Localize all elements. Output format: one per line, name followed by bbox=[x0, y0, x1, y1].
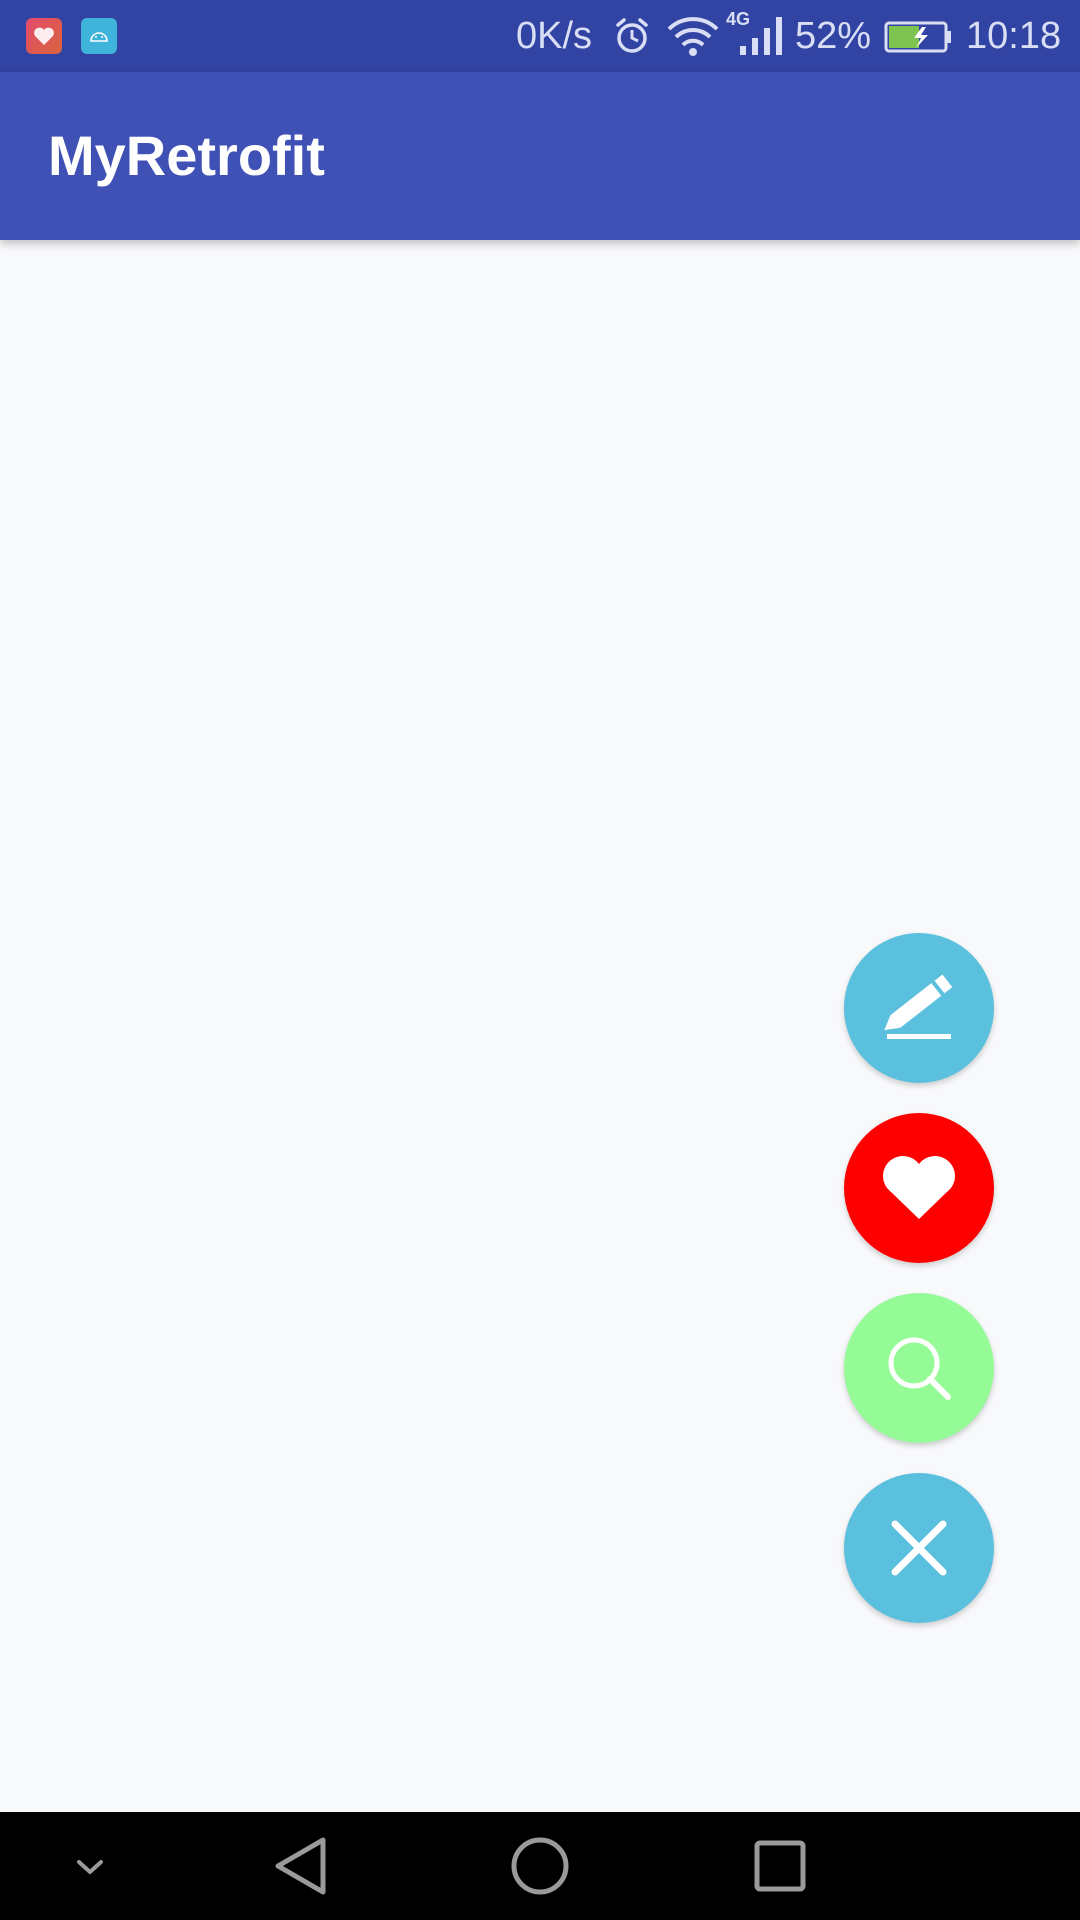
battery-charging-icon bbox=[884, 21, 951, 53]
recents-button[interactable] bbox=[740, 1812, 820, 1920]
back-button[interactable] bbox=[260, 1812, 340, 1920]
navigation-bar bbox=[0, 1812, 1080, 1920]
edit-icon bbox=[884, 974, 953, 1039]
search-button[interactable] bbox=[844, 1293, 994, 1443]
recents-icon bbox=[754, 1840, 806, 1892]
signal-icon bbox=[740, 17, 782, 55]
home-button[interactable] bbox=[500, 1812, 580, 1920]
battery-percent: 52% bbox=[795, 15, 872, 57]
app-bar: MyRetrofit bbox=[0, 72, 1080, 240]
edit-button[interactable] bbox=[844, 933, 994, 1083]
network-speed: 0K/s bbox=[516, 15, 593, 57]
android-icon bbox=[81, 18, 117, 54]
hide-nav-button[interactable] bbox=[60, 1812, 120, 1920]
search-icon bbox=[888, 1337, 951, 1400]
favorite-button[interactable] bbox=[844, 1113, 994, 1263]
status-bar: 0K/s 4G 52% 10:18 bbox=[0, 0, 1080, 72]
screen: 0K/s 4G 52% 10:18 MyRetrofit bbox=[0, 0, 1080, 1920]
home-icon bbox=[511, 1837, 569, 1895]
clock: 10:18 bbox=[966, 15, 1062, 57]
wifi-icon bbox=[667, 17, 719, 56]
close-icon bbox=[891, 1520, 947, 1576]
alarm-icon bbox=[616, 18, 648, 53]
heart-icon bbox=[883, 1156, 955, 1219]
health-app-icon bbox=[26, 18, 62, 54]
close-button[interactable] bbox=[844, 1473, 994, 1623]
chevron-down-icon bbox=[77, 1860, 103, 1874]
app-title: MyRetrofit bbox=[48, 124, 325, 187]
back-icon bbox=[275, 1837, 326, 1895]
